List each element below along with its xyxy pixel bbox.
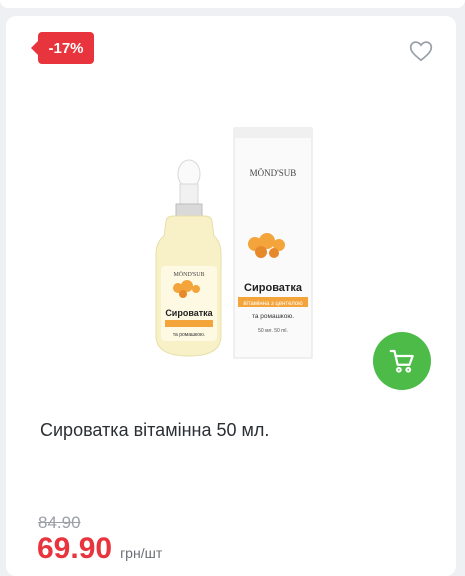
box-desc-line1: вітамінна з центелою xyxy=(243,301,303,307)
price-row: 69.90 грн/шт xyxy=(37,532,162,566)
add-to-cart-button[interactable] xyxy=(373,332,431,390)
discount-badge: -17% xyxy=(31,32,94,64)
bottle-product-name: Сироватка xyxy=(165,308,213,318)
cart-icon xyxy=(389,349,414,373)
bottle-brand-text: MÖND'SUB xyxy=(173,271,204,278)
box-product-name: Сироватка xyxy=(244,282,303,294)
price-unit: грн/шт xyxy=(120,545,163,561)
previous-card-edge xyxy=(0,0,465,8)
new-price: 69.90 xyxy=(37,532,113,565)
product-title[interactable]: Сироватка вітамінна 50 мл. xyxy=(40,420,269,441)
box-desc-line2: та ромашкою. xyxy=(252,313,294,320)
old-price: 84.90 xyxy=(38,513,81,532)
product-card[interactable]: -17% MÖND'SUB Сироватка вітамінна з цент… xyxy=(6,16,456,576)
box-volume: 50 мл. 50 ml. xyxy=(258,328,288,334)
heart-icon xyxy=(409,41,433,62)
bottle-desc-line2: та ромашкою. xyxy=(173,332,205,338)
box-brand-text: MÖND'SUB xyxy=(250,168,297,178)
product-image[interactable]: MÖND'SUB Сироватка вітамінна з центелою … xyxy=(116,116,346,381)
favorite-button[interactable] xyxy=(408,38,434,64)
